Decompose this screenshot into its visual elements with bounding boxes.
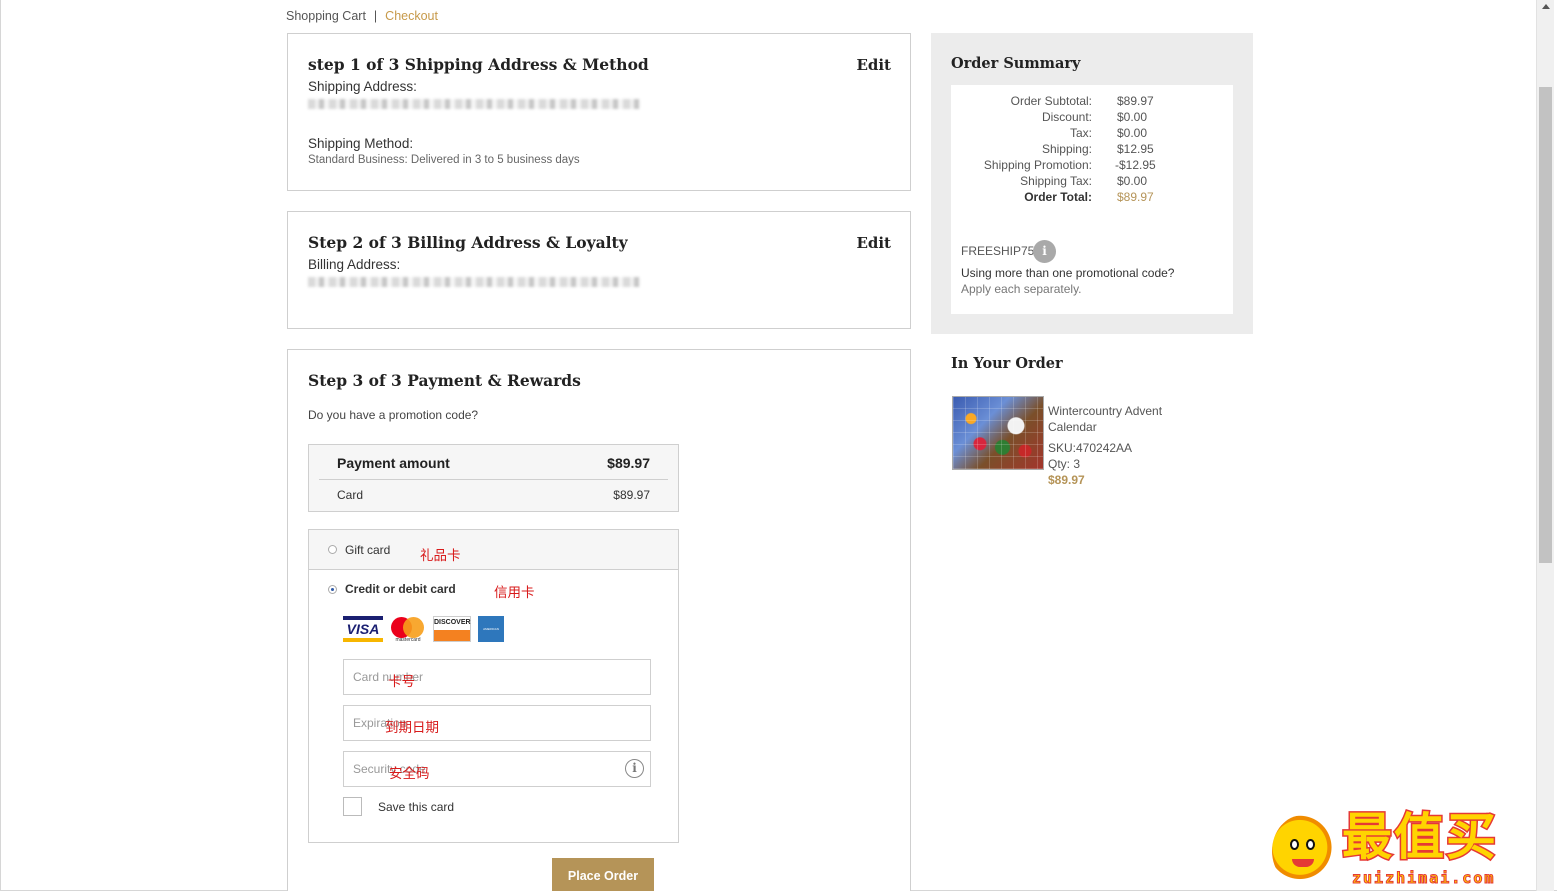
page-scrollbar[interactable] [1536, 0, 1554, 891]
credit-card-radio[interactable] [328, 585, 337, 594]
breadcrumb-checkout: Checkout [385, 9, 438, 23]
card-amount-label: Card [337, 488, 364, 502]
summary-row-shipping: Shipping: $12.95 [1041, 142, 1154, 156]
gift-card-radio[interactable] [328, 545, 337, 554]
expiration-field[interactable]: 到期日期 [343, 705, 651, 741]
card-amount-value: $89.97 [613, 488, 650, 502]
amex-logo-icon: AMERICAN EXPRESS [478, 616, 504, 657]
product-price: $89.97 [1048, 473, 1085, 487]
summary-row-shipping-tax: Shipping Tax: $0.00 [1020, 174, 1148, 188]
breadcrumb-separator: | [373, 9, 378, 23]
watermark-title: 最值买 [1341, 807, 1498, 868]
promo-info-icon[interactable]: i [1033, 240, 1056, 263]
card-brand-logos: VISA mastercard DISCOVER AMERICAN EXPRES… [343, 616, 504, 657]
step2-title: Step 2 of 3 Billing Address & Loyalty [308, 233, 628, 252]
order-summary-title: Order Summary [951, 55, 1081, 72]
card-number-field[interactable]: 卡号 [343, 659, 651, 695]
summary-row-discount: Discount: $0.00 [1041, 110, 1148, 124]
promo-code-question[interactable]: Do you have a promotion code? [308, 408, 478, 422]
save-card-checkbox[interactable] [343, 797, 362, 816]
product-sku: SKU:470242AA [1048, 441, 1133, 455]
place-order-button[interactable]: Place Order [552, 858, 654, 891]
scrollbar-thumb[interactable] [1539, 87, 1552, 563]
credit-card-label[interactable]: Credit or debit card [345, 582, 456, 596]
gift-card-annotation: 礼品卡 [420, 548, 461, 564]
product-qty: Qty: 3 [1048, 457, 1081, 471]
in-your-order-title: In Your Order [951, 355, 1063, 372]
payment-amount-row: Payment amount $89.97 [337, 455, 650, 471]
breadcrumb: Shopping Cart | Checkout [286, 9, 438, 23]
credit-card-annotation: 信用卡 [494, 585, 535, 601]
payment-amount-divider [319, 479, 668, 480]
product-thumbnail[interactable] [952, 396, 1044, 470]
step2-edit-link[interactable]: Edit [856, 234, 891, 252]
payment-amount-box: Payment amount $89.97 Card $89.97 [308, 444, 679, 512]
summary-row-order-total: Order Total: $89.97 [1024, 190, 1154, 204]
shipping-address-blurred [308, 99, 640, 109]
gift-card-label[interactable]: Gift card [345, 543, 390, 557]
visa-logo-icon: VISA [343, 616, 383, 642]
order-summary-panel: Order Summary Order Subtotal: $89.97 Disc… [931, 33, 1253, 334]
mascot-logo-icon [1272, 815, 1334, 887]
breadcrumb-shopping-cart[interactable]: Shopping Cart [286, 9, 366, 23]
card-number-annotation: 卡号 [388, 674, 415, 690]
step3-title: Step 3 of 3 Payment & Rewards [308, 371, 581, 390]
promo-multiple-question: Using more than one promotional code? [961, 266, 1175, 280]
card-amount-row: Card $89.97 [337, 488, 650, 502]
step3-payment-panel: Step 3 of 3 Payment & Rewards Do you hav… [287, 349, 911, 891]
gift-card-option[interactable]: Gift card 礼品卡 [309, 530, 678, 570]
billing-address-label: Billing Address: [308, 257, 401, 272]
site-watermark: 最值买 zuizhimai.com [1270, 805, 1555, 891]
order-summary-details: Order Subtotal: $89.97 Discount: $0.00 Tax… [951, 85, 1233, 314]
security-info-icon[interactable]: i [625, 759, 644, 778]
discover-logo-icon: DISCOVER [433, 616, 471, 642]
step1-title: step 1 of 3 Shipping Address & Method [308, 55, 649, 74]
step1-shipping-panel: step 1 of 3 Shipping Address & Method Ed… [287, 33, 911, 191]
security-code-annotation: 安全码 [389, 766, 430, 782]
step2-billing-panel: Step 2 of 3 Billing Address & Loyalty Ed… [287, 211, 911, 329]
save-card-label[interactable]: Save this card [378, 800, 454, 814]
payment-amount-value: $89.97 [607, 455, 650, 471]
mastercard-logo-icon: mastercard [390, 616, 426, 643]
shipping-address-label: Shipping Address: [308, 79, 417, 94]
scroll-up-arrow-icon[interactable] [1542, 4, 1550, 9]
promo-apply-note: Apply each separately. [961, 282, 1082, 296]
expiration-annotation: 到期日期 [385, 720, 439, 736]
payment-amount-label: Payment amount [337, 455, 450, 471]
product-name[interactable]: Wintercountry Advent Calendar [1048, 403, 1188, 435]
billing-address-blurred [308, 277, 640, 287]
payment-options-box: Gift card 礼品卡 Credit or debit card 信用卡 V… [308, 529, 679, 843]
shipping-method-label: Shipping Method: [308, 136, 414, 151]
summary-row-shipping-promotion: Shipping Promotion: -$12.95 [983, 158, 1156, 172]
summary-row-subtotal: Order Subtotal: $89.97 [1010, 94, 1154, 108]
watermark-url: zuizhimai.com [1351, 869, 1496, 888]
security-code-field[interactable]: 安全码 i [343, 751, 651, 787]
applied-promo-code: FREESHIP75 [961, 244, 1035, 258]
summary-row-tax: Tax: $0.00 [1069, 126, 1148, 140]
shipping-method-value: Standard Business: Delivered in 3 to 5 b… [308, 154, 580, 166]
step1-edit-link[interactable]: Edit [856, 56, 891, 74]
